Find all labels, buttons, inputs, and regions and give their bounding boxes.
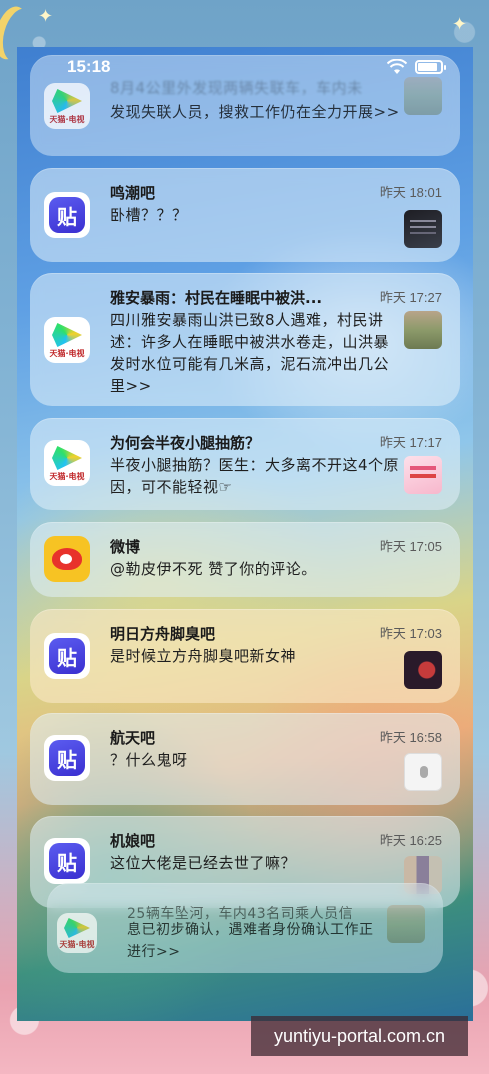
notification-card[interactable]: 天猫·电视 雅安暴雨：村民在睡眠中被洪... 四川雅安暴雨山洪已致8人遇难，村民…	[30, 273, 460, 406]
notification-body: 半夜小腿抽筋？医生：大多离不开这4个原因，可不能轻视☞	[110, 456, 400, 496]
video-app-icon: 天猫·电视	[44, 440, 90, 486]
notification-body: ？什么鬼呀	[110, 751, 188, 769]
notification-title: 机娘吧	[110, 832, 156, 850]
notification-time: 昨天 17:03	[379, 626, 442, 641]
notification-body: 发现失联人员，搜救工作仍在全力开展>>	[110, 103, 400, 121]
video-app-icon: 天猫·电视	[44, 317, 90, 363]
notification-title: 为何会半夜小腿抽筋？	[110, 434, 261, 452]
notification-card[interactable]: 微博 @勒皮伊不死 赞了你的评论。 昨天 17:05	[30, 522, 460, 597]
video-app-icon: 天猫·电视	[44, 83, 90, 129]
battery-icon	[415, 60, 446, 74]
notification-body: @勒皮伊不死 赞了你的评论。	[110, 560, 317, 578]
notification-card[interactable]: 贴 航天吧 ？什么鬼呀 昨天 16:58	[30, 713, 460, 805]
white-thumb	[404, 753, 442, 791]
clock: 15:18	[67, 57, 111, 76]
tieba-app-icon: 贴	[44, 838, 90, 884]
notification-body: 息已初步确认，遇难者身份确认工作正进行>>	[127, 922, 374, 960]
notification-card[interactable]: 贴 明日方舟脚臭吧 是时候立方舟脚臭吧新女神 昨天 17:03	[30, 609, 460, 703]
notification-title: 微博	[110, 538, 141, 556]
game-thumb	[404, 651, 442, 689]
video-app-icon: 天猫·电视	[57, 913, 97, 953]
notification-title: 航天吧	[110, 729, 156, 747]
notification-time: 昨天 16:25	[379, 833, 442, 848]
notification-time: 昨天 18:01	[379, 185, 442, 200]
notification-card[interactable]: 天猫·电视 为何会半夜小腿抽筋？ 半夜小腿抽筋？医生：大多离不开这4个原因，可不…	[30, 418, 460, 510]
notification-time: 昨天 17:05	[379, 539, 442, 554]
notification-time: 昨天 17:17	[379, 435, 442, 450]
status-icons	[387, 59, 446, 75]
landscape-thumb	[387, 905, 425, 943]
notification-partial-text: 25辆车坠河，车内43名司乘人员信	[127, 906, 354, 922]
notification-time: 昨天 17:27	[379, 290, 442, 305]
star-icon: ✦	[452, 14, 468, 35]
notification-title: 鸣潮吧	[110, 184, 156, 202]
notification-time: 昨天 16:58	[379, 730, 442, 745]
star-icon: ✦	[38, 6, 54, 27]
notification-body: 卧槽？？？	[110, 206, 188, 224]
notification-title: 雅安暴雨：村民在睡眠中被洪...	[110, 289, 323, 307]
dark-thumb	[404, 210, 442, 248]
notification-card[interactable]: 贴 鸣潮吧 卧槽？？？ 昨天 18:01	[30, 168, 460, 262]
tieba-app-icon: 贴	[44, 735, 90, 781]
watermark: yuntiyu-portal.com.cn	[251, 1016, 468, 1056]
tieba-app-icon: 贴	[44, 633, 90, 679]
landscape-thumb	[404, 311, 442, 349]
lock-screen: 15:18 天猫·电视 8月4公里外发现两辆失联车，车内未 发现失联人员，搜救工…	[17, 47, 473, 1021]
notification-body: 四川雅安暴雨山洪已致8人遇难，村民讲述：许多人在睡眠中被洪水卷走，山洪暴发时水位…	[110, 311, 390, 395]
notification-title: 明日方舟脚臭吧	[110, 625, 216, 643]
status-bar: 15:18	[17, 47, 473, 87]
pink-thumb	[404, 456, 442, 494]
tieba-app-icon: 贴	[44, 192, 90, 238]
wifi-icon	[387, 59, 407, 74]
notification-card-stacked[interactable]: 天猫·电视 25辆车坠河，车内43名司乘人员信 息已初步确认，遇难者身份确认工作…	[47, 883, 443, 973]
notification-body: 是时候立方舟脚臭吧新女神	[110, 647, 297, 665]
weibo-app-icon	[44, 536, 90, 582]
notification-body: 这位大佬是已经去世了嘛？	[110, 854, 297, 872]
